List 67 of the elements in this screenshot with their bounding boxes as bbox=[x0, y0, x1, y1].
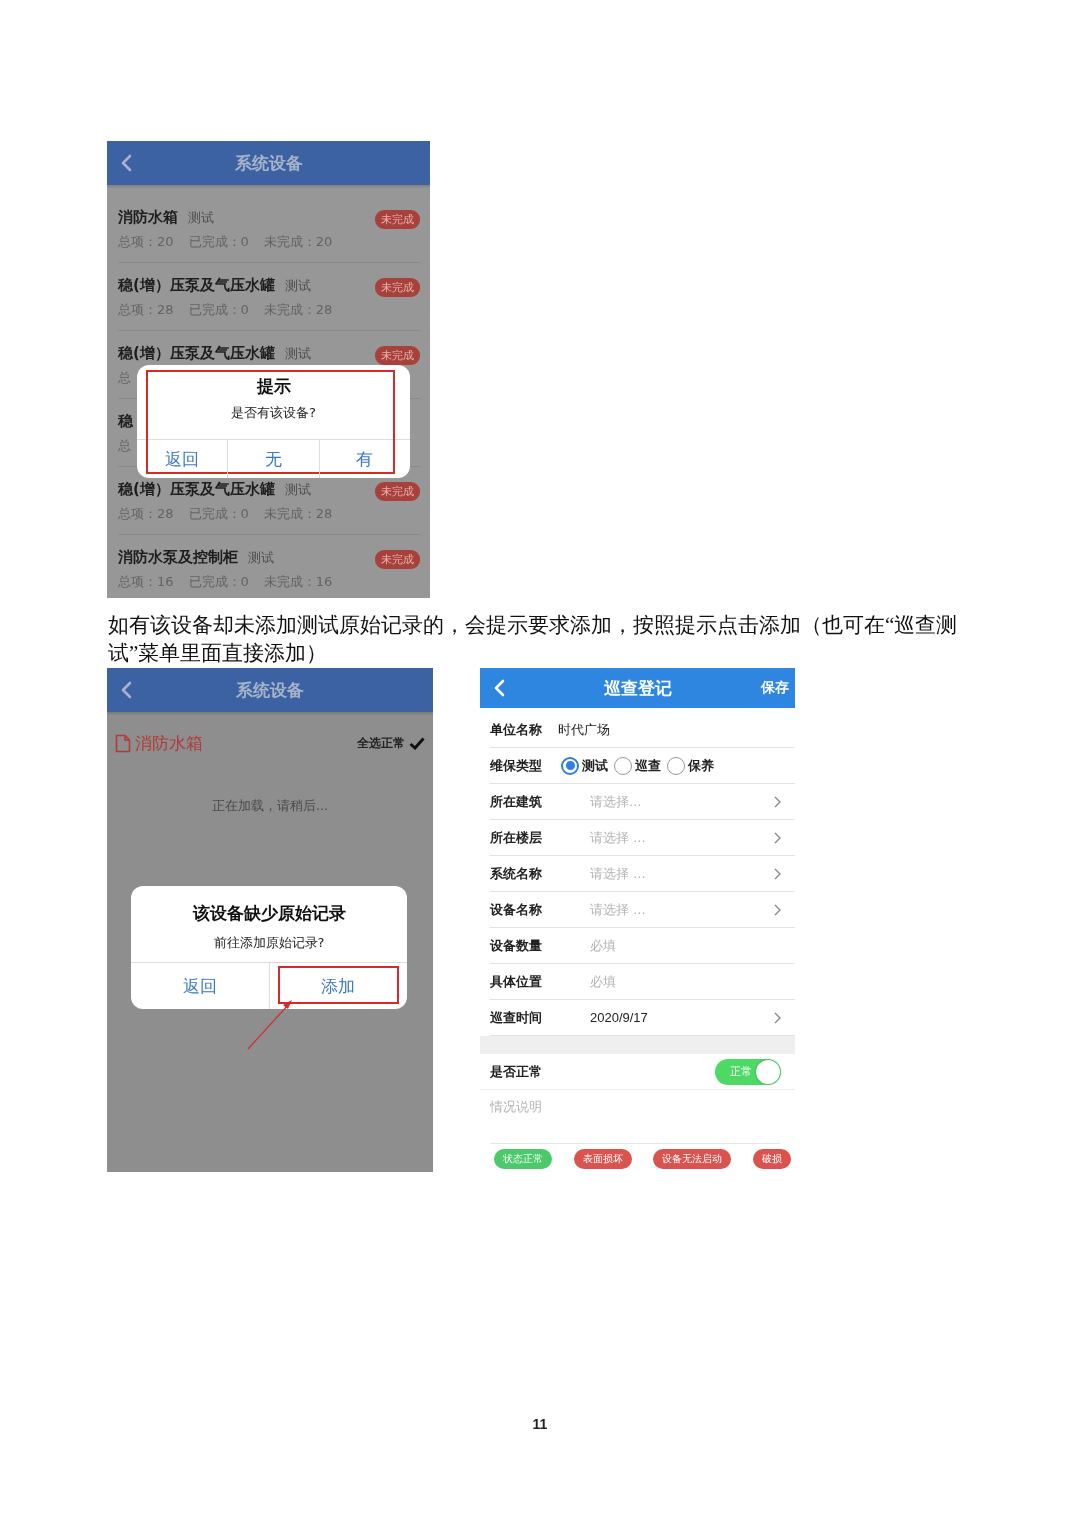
field-label: 巡查时间 bbox=[490, 1008, 543, 1027]
section-title: 消防水箱 bbox=[135, 732, 203, 755]
field-label: 维保类型 bbox=[490, 756, 543, 775]
item-title[interactable]: 稳 bbox=[118, 412, 133, 431]
picker-field[interactable]: 请选择 ... bbox=[590, 866, 740, 881]
chevron-icon bbox=[774, 795, 781, 808]
quick-tag[interactable]: 表面损坏 bbox=[573, 1149, 632, 1169]
radio-option[interactable]: 测试 bbox=[561, 756, 608, 775]
field-label: 设备名称 bbox=[490, 900, 543, 919]
status-badge: 未完成 bbox=[375, 278, 420, 297]
document-icon bbox=[115, 734, 131, 753]
dialog-button[interactable]: 返回 bbox=[131, 963, 269, 1009]
item-title[interactable]: 稳(增）压泵及气压水罐 bbox=[118, 344, 275, 363]
status-badge: 未完成 bbox=[375, 210, 420, 229]
field-label: 设备数量 bbox=[490, 936, 543, 955]
item-title[interactable]: 稳(增）压泵及气压水罐 bbox=[118, 480, 275, 499]
chevron-icon bbox=[774, 867, 781, 880]
item-title[interactable]: 消防水箱 bbox=[118, 208, 178, 227]
quick-tag[interactable]: 设备无法启动 bbox=[653, 1149, 732, 1169]
input-field[interactable]: 必填 bbox=[590, 938, 740, 953]
screen-title: 系统设备 bbox=[236, 678, 304, 702]
item-tag: 测试 bbox=[284, 345, 311, 363]
back-icon[interactable] bbox=[121, 154, 132, 172]
back-icon[interactable] bbox=[121, 681, 132, 699]
field-label: 具体位置 bbox=[490, 972, 543, 991]
dialog-button[interactable]: 返回 bbox=[137, 440, 228, 478]
chevron-icon bbox=[774, 831, 781, 844]
field-label: 所在建筑 bbox=[490, 792, 543, 811]
item-tag: 测试 bbox=[284, 481, 311, 499]
screen-title: 系统设备 bbox=[234, 151, 303, 175]
loading-text: 正在加载，请稍后... bbox=[210, 797, 330, 815]
item-tag: 测试 bbox=[188, 209, 214, 227]
field-label: 系统名称 bbox=[490, 864, 543, 883]
dialog-button[interactable]: 有 bbox=[318, 440, 410, 478]
screen-title: 巡查登记 bbox=[603, 676, 672, 700]
field-value: 时代广场 bbox=[558, 720, 610, 739]
radio-option[interactable]: 巡查 bbox=[614, 756, 661, 775]
status-badge: 未完成 bbox=[375, 346, 420, 365]
field-label: 所在楼层 bbox=[490, 828, 543, 847]
item-title[interactable]: 稳(增）压泵及气压水罐 bbox=[118, 276, 275, 295]
dialog-message: 是否有该设备? bbox=[231, 404, 316, 422]
save-button[interactable]: 保存 bbox=[761, 679, 789, 697]
field-label: 单位名称 bbox=[490, 720, 543, 739]
radio-option[interactable]: 保养 bbox=[667, 756, 714, 775]
item-tag: 测试 bbox=[248, 549, 274, 567]
dialog-title: 提示 bbox=[256, 375, 291, 398]
chevron-icon bbox=[774, 903, 781, 916]
dialog-button[interactable]: 添加 bbox=[268, 963, 407, 1009]
picker-field[interactable]: 请选择... bbox=[590, 794, 740, 809]
select-all-label[interactable]: 全选正常 bbox=[357, 735, 405, 752]
quick-tag[interactable]: 破损 bbox=[752, 1149, 791, 1169]
status-badge: 未完成 bbox=[375, 550, 420, 569]
chevron-icon bbox=[774, 1011, 781, 1024]
dialog-button[interactable]: 无 bbox=[227, 440, 319, 478]
item-tag: 测试 bbox=[284, 277, 311, 295]
dialog-message: 前往添加原始记录? bbox=[213, 934, 325, 952]
status-badge: 未完成 bbox=[375, 482, 420, 501]
check-icon[interactable] bbox=[409, 737, 425, 750]
input-field[interactable]: 必填 bbox=[590, 974, 740, 989]
picker-field[interactable]: 请选择 ... bbox=[590, 830, 740, 845]
dialog-title: 该设备缺少原始记录 bbox=[192, 902, 346, 925]
picker-field[interactable]: 请选择 ... bbox=[590, 902, 740, 917]
caption-paragraph: 如有该设备却未添加测试原始记录的，会提示要求添加，按照提示点击添加（也可在“巡查测试”菜单里面直接添加） bbox=[108, 612, 959, 667]
field-label: 是否正常 bbox=[490, 1062, 543, 1081]
page-number: 11 bbox=[532, 1416, 548, 1432]
picker-field[interactable]: 2020/9/17 bbox=[590, 1010, 740, 1025]
item-title[interactable]: 消防水泵及控制柜 bbox=[118, 548, 238, 567]
